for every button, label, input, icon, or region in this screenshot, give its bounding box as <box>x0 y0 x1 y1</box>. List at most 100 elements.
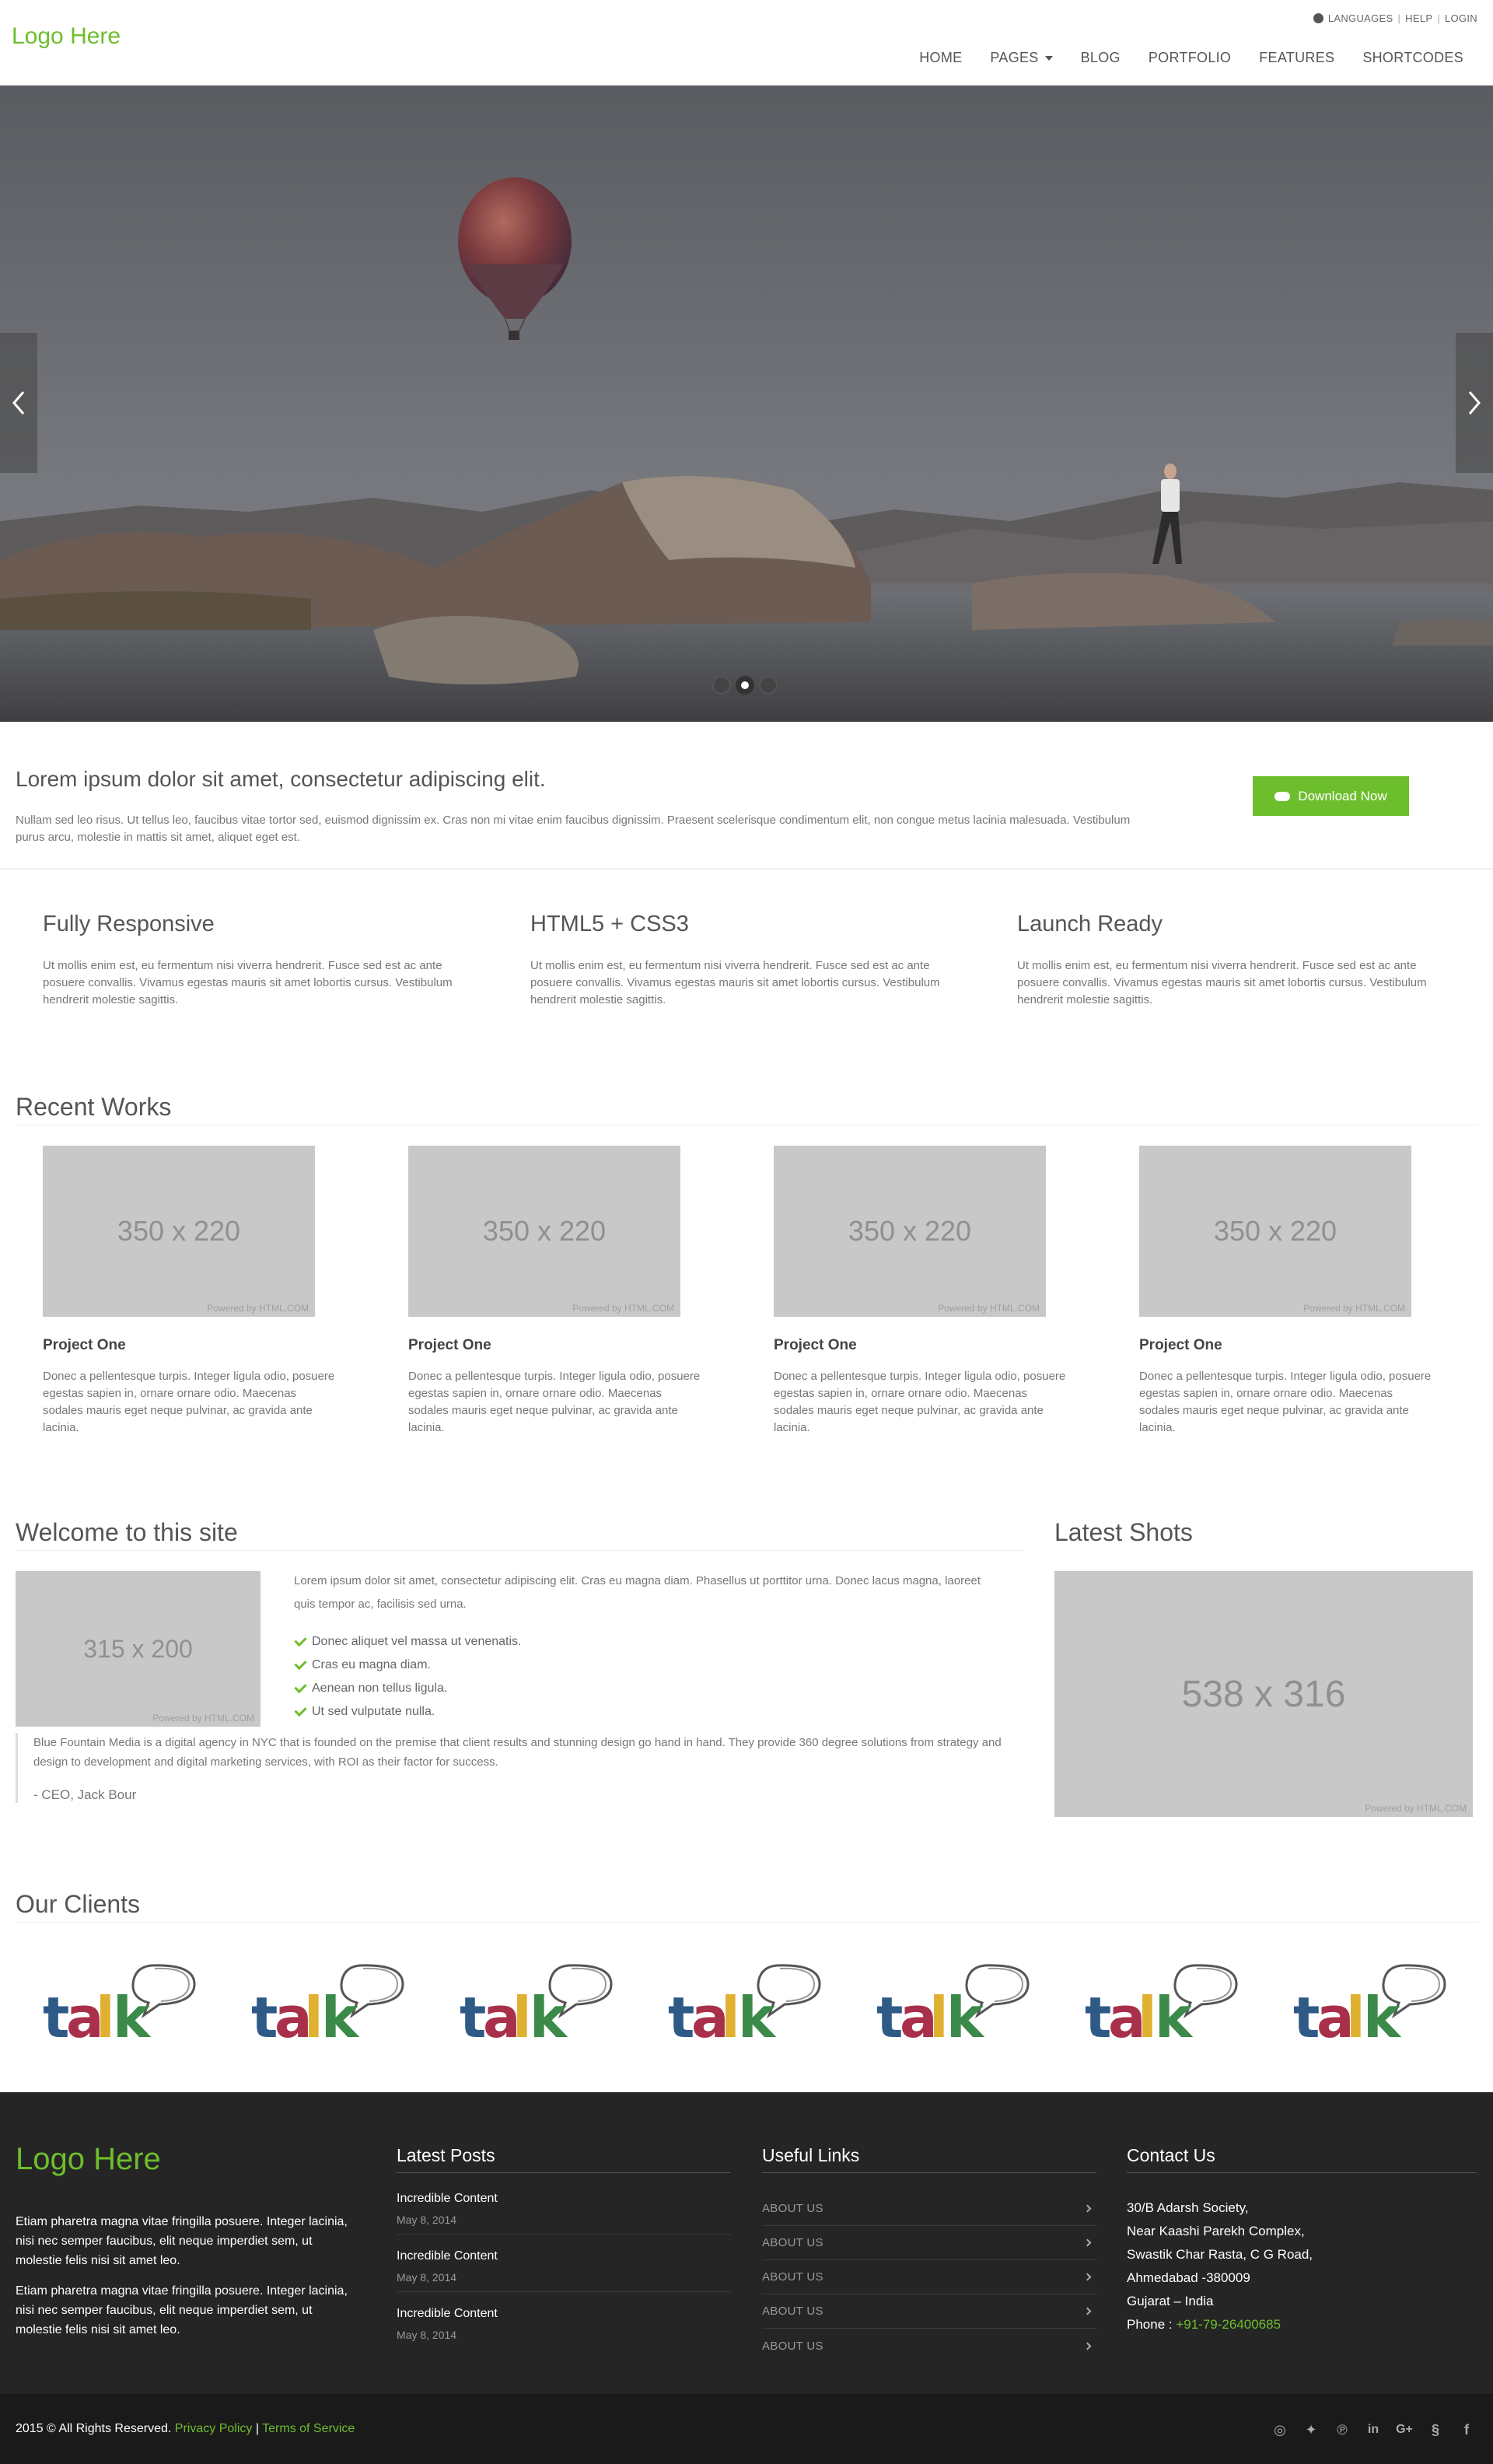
footer-link-label: ABOUT US <box>762 2305 823 2318</box>
chevron-right-icon <box>1083 2307 1092 2315</box>
image-credit: Powered by HTML.COM <box>152 1713 254 1724</box>
languages-link[interactable]: LANGUAGES <box>1328 12 1393 24</box>
client-logo[interactable]: talk <box>1285 1959 1449 2050</box>
logo-letter: l <box>304 1985 323 2045</box>
linkedin-icon[interactable]: in <box>1358 2420 1389 2439</box>
work-card[interactable]: 350 x 220 Powered by HTML.COM Project On… <box>408 1146 704 1437</box>
slider-dot-2[interactable] <box>736 676 754 695</box>
talk-logo: talk <box>876 1964 1030 2050</box>
facebook-icon[interactable]: f <box>1451 2420 1482 2439</box>
bottom-bar: 2015 © All Rights Reserved. Privacy Poli… <box>0 2394 1493 2464</box>
logo-letter: l <box>929 1985 949 2045</box>
footer-about-text: Etiam pharetra magna vitae fringilla pos… <box>16 2284 348 2336</box>
work-title[interactable]: Project One <box>774 1337 1069 1354</box>
download-now-button[interactable]: Download Now <box>1253 776 1409 816</box>
nav-blog[interactable]: BLOG <box>1067 50 1135 66</box>
latest-shot-image[interactable]: 538 x 316 Powered by HTML.COM <box>1054 1571 1473 1817</box>
image-credit: Powered by HTML.COM <box>207 1303 309 1314</box>
client-logo[interactable]: talk <box>452 1959 615 2050</box>
work-card[interactable]: 350 x 220 Powered by HTML.COM Project On… <box>1139 1146 1435 1437</box>
google-plus-icon[interactable]: G+ <box>1389 2420 1420 2439</box>
image-size-label: 350 x 220 <box>482 1215 607 1247</box>
post-title[interactable]: Incredible Content <box>397 2249 731 2263</box>
latest-shots-title: Latest Shots <box>1054 1518 1193 1546</box>
slider-prev-button[interactable] <box>0 333 37 473</box>
work-title[interactable]: Project One <box>43 1337 338 1354</box>
skype-icon[interactable]: § <box>1420 2420 1451 2439</box>
divider <box>16 1922 1477 1923</box>
list-item: Donec aliquet vel massa ut venenatis. <box>294 1630 522 1654</box>
footer-link-about-us[interactable]: ABOUT US <box>762 2294 1096 2329</box>
feature-text: Ut mollis enim est, eu fermentum nisi vi… <box>1017 959 1427 1006</box>
client-logo[interactable]: talk <box>1077 1959 1240 2050</box>
slider-next-button[interactable] <box>1456 333 1493 473</box>
copyright-text: 2015 © All Rights Reserved. <box>16 2422 172 2435</box>
client-logo[interactable]: talk <box>660 1959 823 2050</box>
work-image[interactable]: 350 x 220 Powered by HTML.COM <box>774 1146 1046 1317</box>
site-footer: Logo Here Etiam pharetra magna vitae fri… <box>0 2092 1493 2394</box>
help-link[interactable]: HELP <box>1405 12 1432 24</box>
check-icon <box>294 1633 307 1647</box>
footer-about-text: Etiam pharetra magna vitae fringilla pos… <box>16 2215 348 2267</box>
download-now-label: Download Now <box>1298 788 1387 803</box>
phone-number[interactable]: +91-79-26400685 <box>1176 2317 1281 2332</box>
client-logo[interactable]: talk <box>869 1959 1032 2050</box>
testimonial-quote: Blue Fountain Media is a digital agency … <box>16 1733 1023 1803</box>
client-logo[interactable]: talk <box>35 1959 198 2050</box>
work-image[interactable]: 350 x 220 Powered by HTML.COM <box>1139 1146 1411 1317</box>
twitter-icon[interactable]: ✦ <box>1295 2420 1327 2439</box>
recent-works-title: Recent Works <box>16 1093 172 1121</box>
nav-pages[interactable]: PAGES <box>976 50 1066 66</box>
client-logo[interactable]: talk <box>243 1959 407 2050</box>
check-icon <box>294 1680 307 1694</box>
nav-pages-label: PAGES <box>990 50 1039 65</box>
footer-link-about-us[interactable]: ABOUT US <box>762 2226 1096 2260</box>
work-image[interactable]: 350 x 220 Powered by HTML.COM <box>43 1146 315 1317</box>
address-line: Near Kaashi Parekh Complex, <box>1127 2224 1305 2238</box>
work-card[interactable]: 350 x 220 Powered by HTML.COM Project On… <box>43 1146 338 1437</box>
footer-link-about-us[interactable]: ABOUT US <box>762 2260 1096 2294</box>
privacy-policy-link[interactable]: Privacy Policy <box>175 2422 253 2435</box>
slider-dot-1[interactable] <box>712 676 731 695</box>
list-item-text: Donec aliquet vel massa ut venenatis. <box>312 1635 522 1648</box>
nav-features[interactable]: FEATURES <box>1245 50 1348 66</box>
footer-post[interactable]: Incredible Content May 8, 2014 <box>397 2307 731 2349</box>
chevron-right-icon <box>1083 2342 1092 2350</box>
footer-logo[interactable]: Logo Here <box>16 2142 161 2177</box>
footer-link-about-us[interactable]: ABOUT US <box>762 2192 1096 2226</box>
quote-text: Blue Fountain Media is a digital agency … <box>33 1736 1002 1769</box>
post-title[interactable]: Incredible Content <box>397 2192 731 2206</box>
work-title[interactable]: Project One <box>408 1337 704 1354</box>
check-icon <box>294 1657 307 1671</box>
pinterest-icon[interactable]: ℗ <box>1327 2420 1358 2439</box>
feature-text: Ut mollis enim est, eu fermentum nisi vi… <box>43 959 453 1006</box>
slider-dot-3[interactable] <box>759 676 778 695</box>
login-link[interactable]: LOGIN <box>1445 12 1477 24</box>
image-size-label: 350 x 220 <box>848 1215 972 1247</box>
check-icon <box>294 1703 307 1717</box>
footer-link-about-us[interactable]: ABOUT US <box>762 2329 1096 2363</box>
footer-post[interactable]: Incredible Content May 8, 2014 <box>397 2192 731 2235</box>
work-title[interactable]: Project One <box>1139 1337 1435 1354</box>
work-image[interactable]: 350 x 220 Powered by HTML.COM <box>408 1146 680 1317</box>
dribbble-icon[interactable]: ◎ <box>1264 2420 1295 2439</box>
nav-portfolio[interactable]: PORTFOLIO <box>1135 50 1245 66</box>
feature-text: Ut mollis enim est, eu fermentum nisi vi… <box>530 959 940 1006</box>
post-title[interactable]: Incredible Content <box>397 2307 731 2321</box>
caret-down-icon <box>1044 55 1053 61</box>
post-date: May 8, 2014 <box>397 2214 457 2226</box>
logo-letter: k <box>113 1985 152 2045</box>
nav-home[interactable]: HOME <box>905 50 976 66</box>
hero-image <box>0 86 1493 722</box>
logo-letter: k <box>946 1985 985 2045</box>
work-card[interactable]: 350 x 220 Powered by HTML.COM Project On… <box>774 1146 1069 1437</box>
latest-posts-title: Latest Posts <box>397 2145 731 2173</box>
chevron-right-icon <box>1083 2204 1092 2213</box>
work-text: Donec a pellentesque turpis. Integer lig… <box>774 1370 1066 1434</box>
nav-shortcodes[interactable]: SHORTCODES <box>1348 50 1477 66</box>
logo[interactable]: Logo Here <box>12 23 121 50</box>
footer-post[interactable]: Incredible Content May 8, 2014 <box>397 2249 731 2292</box>
main-nav: HOME PAGES BLOG PORTFOLIO FEATURES SHORT… <box>905 50 1477 66</box>
social-links: ◎ ✦ ℗ in G+ § f <box>1264 2420 1482 2439</box>
terms-of-service-link[interactable]: Terms of Service <box>262 2422 355 2435</box>
